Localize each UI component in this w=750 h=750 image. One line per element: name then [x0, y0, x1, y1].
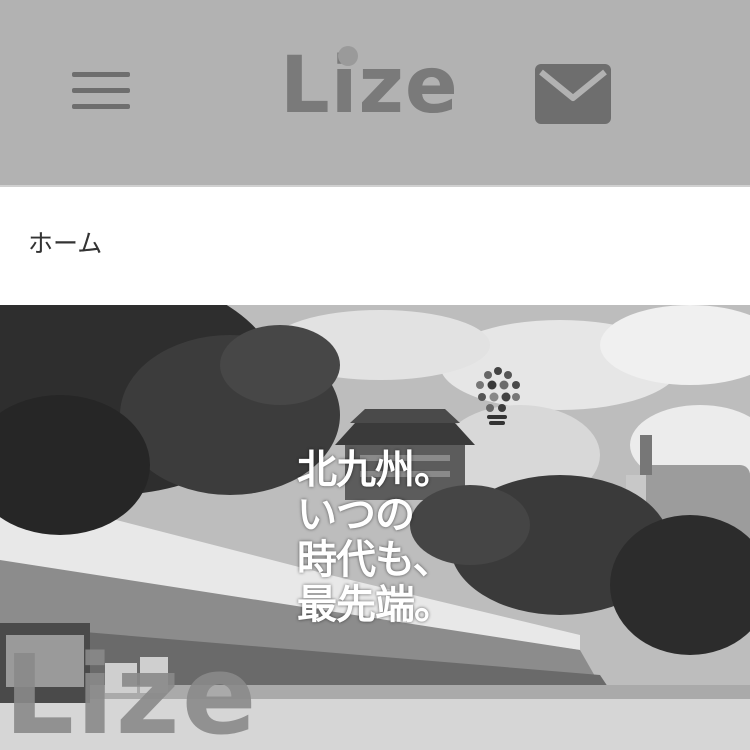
hero-watermark-logo: Lize — [4, 631, 259, 750]
site-logo[interactable]: Lize — [280, 44, 470, 128]
hero-headline: 北九州。 いつの 時代も、 最先端。 — [297, 448, 497, 628]
hero-headline-line: 時代も、 — [297, 537, 453, 583]
logo-dot — [338, 46, 358, 66]
hamburger-menu-icon[interactable] — [72, 72, 130, 110]
lightbulb-dots-icon — [476, 367, 520, 425]
breadcrumb-home-link[interactable]: ホーム — [28, 229, 102, 258]
header-divider — [0, 185, 750, 187]
logo-text: Lize — [280, 41, 459, 131]
envelope-icon[interactable] — [535, 64, 611, 124]
hero-headline-line: 北九州。 — [297, 447, 454, 493]
hero-headline-line: 最先端。 — [297, 582, 454, 628]
hero-headline-line: いつの — [297, 492, 415, 538]
hero-banner: 北九州。 いつの 時代も、 最先端。 Lize — [0, 305, 750, 750]
site-header: Lize — [0, 0, 750, 185]
breadcrumb: ホーム — [28, 228, 102, 260]
